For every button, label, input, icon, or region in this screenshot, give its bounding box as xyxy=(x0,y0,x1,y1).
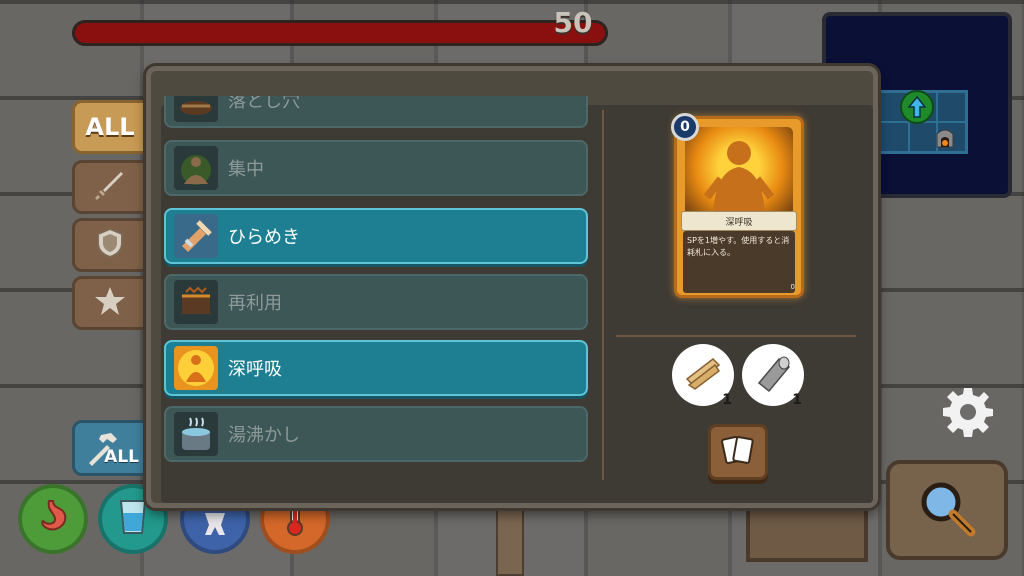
card-description: SPを1増やす。使用すると消耗札に入る。 xyxy=(687,236,790,257)
settings-button[interactable] xyxy=(940,386,996,442)
star-icon xyxy=(93,284,127,322)
tab-all[interactable]: ALL xyxy=(72,100,148,154)
card-preview: 0 深呼吸 SPを1増やす。使用すると消耗札に入る。 0 xyxy=(671,113,804,298)
list-item[interactable]: 深呼吸 xyxy=(164,340,588,396)
inspiration-icon xyxy=(174,214,218,258)
paper-roll-icon xyxy=(753,353,793,397)
health-bar xyxy=(72,20,608,46)
material-paper[interactable]: 1 xyxy=(742,344,804,408)
panel-divider-vertical xyxy=(602,110,604,480)
card-description-box: SPを1増やす。使用すると消耗札に入る。 xyxy=(683,231,795,293)
recipe-list[interactable]: 落とし穴 集中 ひらめき 再利用 深呼吸 湯沸かし xyxy=(164,96,588,476)
card-art xyxy=(685,127,793,215)
recipe-name: 深呼吸 xyxy=(228,359,282,380)
list-item[interactable]: 湯沸かし xyxy=(164,406,588,462)
deep-breath-icon xyxy=(174,346,218,390)
hunger-status[interactable] xyxy=(18,484,88,554)
search-button[interactable] xyxy=(886,460,1008,560)
boiling-pot-icon xyxy=(174,412,218,456)
material-count: 1 xyxy=(722,392,732,408)
list-item[interactable]: 再利用 xyxy=(164,274,588,330)
craft-button[interactable] xyxy=(708,424,768,480)
craft-all-label: ALL xyxy=(104,447,139,467)
tab-armor[interactable] xyxy=(72,218,148,272)
wood-plank-icon xyxy=(683,353,723,397)
recipe-name: 再利用 xyxy=(228,293,282,314)
arrow-up-icon xyxy=(900,90,934,124)
furnace-icon xyxy=(934,126,956,148)
focus-icon xyxy=(174,146,218,190)
card-name: 深呼吸 xyxy=(681,211,797,231)
cards-icon xyxy=(720,432,756,472)
list-item[interactable]: ひらめき xyxy=(164,208,588,264)
recipe-name: 集中 xyxy=(228,159,264,180)
tab-weapons[interactable] xyxy=(72,160,148,214)
shield-icon xyxy=(93,226,127,264)
list-item[interactable]: 集中 xyxy=(164,140,588,196)
recycle-icon xyxy=(174,280,218,324)
health-value: 50 xyxy=(553,6,593,39)
recipe-name: 落とし穴 xyxy=(228,96,300,112)
material-count: 1 xyxy=(792,392,802,408)
recipe-name: ひらめき xyxy=(228,227,300,248)
tab-all-label: ALL xyxy=(85,113,135,141)
stomach-icon xyxy=(33,497,73,541)
card-corner-value: 0 xyxy=(790,283,795,291)
list-item[interactable]: 落とし穴 xyxy=(164,96,588,128)
card-cost: 0 xyxy=(671,113,699,141)
material-wood[interactable]: 1 xyxy=(672,344,734,408)
gear-icon xyxy=(942,386,994,442)
tab-special[interactable] xyxy=(72,276,148,330)
sword-icon xyxy=(93,168,127,206)
panel-divider-horizontal xyxy=(616,335,856,337)
inventory-button[interactable] xyxy=(746,500,868,562)
pit-trap-icon xyxy=(174,96,218,122)
health-bar-fill xyxy=(75,23,605,43)
magnifier-icon xyxy=(915,476,979,544)
wooden-stake xyxy=(496,508,524,576)
craft-all-button[interactable]: ALL xyxy=(72,420,150,476)
recipe-name: 湯沸かし xyxy=(228,425,300,446)
water-glass-icon xyxy=(115,497,151,541)
